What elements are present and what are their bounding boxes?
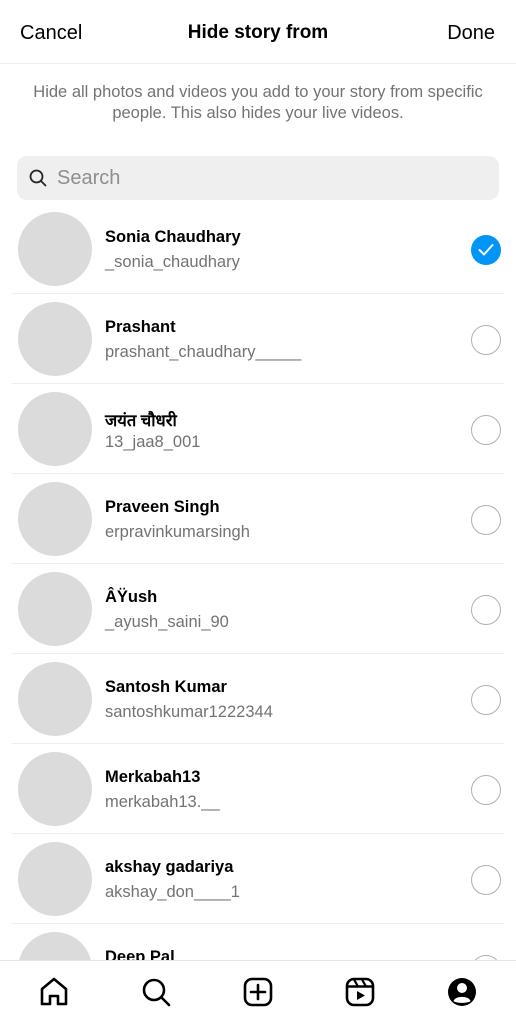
avatar: [18, 482, 92, 556]
user-name: Praveen Singh: [105, 498, 220, 516]
avatar: [18, 212, 92, 286]
create-icon: [243, 977, 273, 1007]
user-username: akshay_don____1: [105, 883, 240, 901]
user-username: erpravinkumarsingh: [105, 523, 250, 541]
user-username: prashant_chaudhary_____: [105, 343, 302, 361]
home-icon: [40, 977, 68, 1006]
user-name: Santosh Kumar: [105, 678, 227, 696]
select-checkbox[interactable]: [471, 235, 501, 265]
user-name: जयंत चौधरी: [105, 412, 177, 430]
profile-icon: [448, 978, 476, 1006]
nav-profile[interactable]: [445, 975, 479, 1009]
select-checkbox[interactable]: [471, 505, 501, 535]
search-icon: [29, 169, 47, 187]
select-checkbox[interactable]: [471, 775, 501, 805]
reels-icon: [345, 977, 375, 1007]
header: Cancel Hide story from Done: [0, 0, 516, 64]
nav-reels[interactable]: [343, 975, 377, 1009]
list-item[interactable]: Sonia Chaudhary _sonia_chaudhary: [0, 204, 516, 294]
hide-story-screen: Cancel Hide story from Done Hide all pho…: [0, 0, 516, 1022]
user-username: 13_jaa8_001: [105, 433, 201, 451]
list-item[interactable]: Prashant prashant_chaudhary_____: [0, 294, 516, 384]
select-checkbox[interactable]: [471, 865, 501, 895]
nav-search[interactable]: [139, 975, 173, 1009]
list-item[interactable]: akshay gadariya akshay_don____1: [0, 834, 516, 924]
user-username: merkabah13.__: [105, 793, 220, 811]
list-item[interactable]: जयंत चौधरी 13_jaa8_001: [0, 384, 516, 474]
avatar: [18, 392, 92, 466]
user-username: santoshkumar1222344: [105, 703, 273, 721]
cancel-button[interactable]: Cancel: [20, 22, 82, 45]
nav-home[interactable]: [37, 975, 71, 1009]
avatar: [18, 302, 92, 376]
search-icon: [142, 978, 171, 1007]
bottom-nav: [0, 960, 516, 1022]
user-name: Sonia Chaudhary: [105, 228, 241, 246]
user-name: Prashant: [105, 318, 176, 336]
search-bar[interactable]: [17, 156, 499, 200]
user-list: Sonia Chaudhary _sonia_chaudhary Prashan…: [0, 204, 516, 1014]
list-item[interactable]: ÂŸush _ayush_saini_90: [0, 564, 516, 654]
nav-create[interactable]: [241, 975, 275, 1009]
checkmark-icon: [478, 244, 494, 256]
list-item[interactable]: Praveen Singh erpravinkumarsingh: [0, 474, 516, 564]
list-item[interactable]: Merkabah13 merkabah13.__: [0, 744, 516, 834]
user-name: Merkabah13: [105, 768, 201, 786]
done-button[interactable]: Done: [447, 22, 495, 45]
avatar: [18, 572, 92, 646]
search-input[interactable]: [57, 156, 487, 200]
user-username: _sonia_chaudhary: [105, 253, 240, 271]
user-name: ÂŸush: [105, 588, 158, 606]
select-checkbox[interactable]: [471, 415, 501, 445]
select-checkbox[interactable]: [471, 595, 501, 625]
description-text: Hide all photos and videos you add to yo…: [33, 83, 483, 122]
select-checkbox[interactable]: [471, 685, 501, 715]
avatar: [18, 842, 92, 916]
user-username: _ayush_saini_90: [105, 613, 229, 631]
user-name: akshay gadariya: [105, 858, 234, 876]
select-checkbox[interactable]: [471, 325, 501, 355]
avatar: [18, 752, 92, 826]
list-item[interactable]: Santosh Kumar santoshkumar1222344: [0, 654, 516, 744]
avatar: [18, 662, 92, 736]
